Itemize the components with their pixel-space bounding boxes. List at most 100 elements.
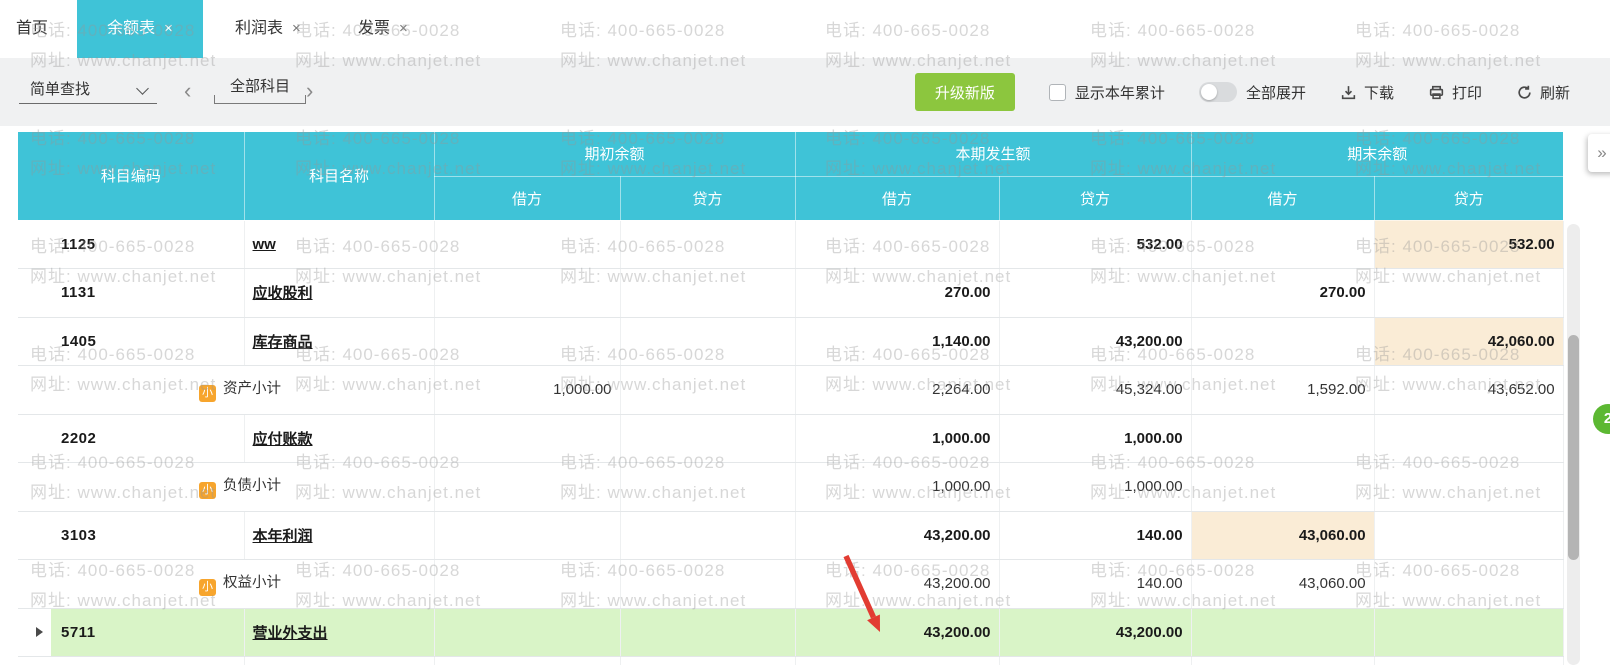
amount-cell	[620, 608, 795, 657]
upgrade-button[interactable]: 升级新版	[915, 73, 1015, 111]
account-name-link[interactable]: 应收股利	[253, 285, 313, 302]
account-name-link[interactable]: 应付账款	[253, 431, 313, 448]
tab-profit-sheet[interactable]: 利润表×	[235, 0, 301, 58]
expand-all-toggle[interactable]	[1199, 82, 1237, 102]
header-debit: 借方	[434, 176, 620, 220]
amount-cell	[1374, 560, 1563, 609]
table-row[interactable]: 1405库存商品1,140.0043,200.0042,060.00	[18, 317, 1563, 366]
amount-cell	[434, 560, 620, 609]
amount-cell: 43,060.00	[1191, 511, 1374, 560]
row-gutter-cell	[18, 414, 51, 463]
refresh-button[interactable]: 刷新	[1516, 82, 1570, 103]
tab-balance-sheet[interactable]: 余额表×	[77, 0, 203, 58]
app-window: 首页 余额表× 利润表× 发票 × 简单查找 ‹ 全部科目 › 升级新版 显示本年…	[0, 0, 1610, 665]
amount-cell	[434, 317, 620, 366]
refresh-label: 刷新	[1540, 82, 1570, 103]
close-icon[interactable]: ×	[399, 20, 408, 37]
expand-arrow-icon[interactable]	[36, 627, 43, 637]
table-row[interactable]: 1125ww532.00532.00	[18, 220, 1563, 269]
account-name-link[interactable]: ww	[253, 236, 276, 253]
account-name-link[interactable]: 营业外支出	[253, 625, 328, 642]
tab-home[interactable]: 首页	[16, 0, 48, 58]
amount-cell	[1191, 414, 1374, 463]
account-name-cell: ww	[244, 220, 434, 269]
account-name-cell: 应收股利	[244, 269, 434, 318]
scrollbar-thumb[interactable]	[1568, 335, 1579, 560]
amount-cell	[434, 511, 620, 560]
amount-cell	[620, 657, 795, 665]
header-debit: 借方	[795, 176, 999, 220]
header-closing-balance: 期末余额	[1191, 132, 1563, 176]
amount-cell: 43,200.00	[999, 317, 1191, 366]
collapse-panel-button[interactable]: »	[1588, 134, 1610, 172]
account-name-cell: 营业外支出	[244, 608, 434, 657]
amount-cell	[1374, 657, 1563, 665]
row-gutter-cell	[18, 317, 51, 366]
amount-cell	[999, 269, 1191, 318]
amount-cell: 45,324.00	[999, 366, 1191, 415]
show-ytd-checkbox[interactable]	[1049, 84, 1066, 101]
amount-cell: 43,200.00	[999, 608, 1191, 657]
account-name-cell: 本年利润	[244, 511, 434, 560]
account-name-link[interactable]: 库存商品	[253, 334, 313, 351]
amount-cell	[620, 560, 795, 609]
amount-cell	[1191, 463, 1374, 512]
toggle-knob	[1201, 84, 1217, 100]
amount-cell	[1191, 608, 1374, 657]
amount-cell	[434, 608, 620, 657]
amount-cell: 140.00	[999, 511, 1191, 560]
amount-cell	[434, 220, 620, 269]
amount-cell	[620, 463, 795, 512]
amount-cell	[999, 657, 1191, 665]
amount-cell: 532.00	[999, 220, 1191, 269]
subtotal-label: 负债小计	[223, 478, 281, 494]
table-wrap: 科目编码 科目名称 期初余额 本期发生额 期末余额 借方 贷方 借方 贷方 借方…	[18, 132, 1564, 665]
print-button[interactable]: 打印	[1428, 82, 1482, 103]
vertical-scrollbar[interactable]	[1567, 224, 1580, 665]
row-expand-cell[interactable]	[18, 608, 51, 657]
amount-cell	[1374, 269, 1563, 318]
amount-cell	[795, 220, 999, 269]
amount-cell	[1374, 608, 1563, 657]
search-mode-select[interactable]: 简单查找	[19, 72, 157, 104]
row-gutter-cell	[18, 560, 51, 609]
amount-cell: 1,140.00	[795, 317, 999, 366]
tab-label: 发票	[358, 20, 390, 37]
account-name-link[interactable]: 本年利润	[253, 528, 313, 545]
account-code-cell: 2202	[51, 414, 244, 463]
table-row[interactable]: 3103本年利润43,200.00140.0043,060.00	[18, 511, 1563, 560]
amount-cell: 43,652.00	[1374, 366, 1563, 415]
header-current-period: 本期发生额	[795, 132, 1191, 176]
tab-invoice[interactable]: 发票 ×	[358, 0, 408, 58]
account-code-cell: 1131	[51, 269, 244, 318]
balance-table: 科目编码 科目名称 期初余额 本期发生额 期末余额 借方 贷方 借方 贷方 借方…	[18, 132, 1564, 665]
table-row[interactable]: 5711营业外支出43,200.0043,200.00	[18, 608, 1563, 657]
close-icon[interactable]: ×	[164, 20, 173, 37]
table-row[interactable]	[18, 657, 1563, 665]
header-subject-code: 科目编码	[18, 132, 244, 220]
table-row[interactable]: 小负债小计1,000.001,000.00	[18, 463, 1563, 512]
subject-scope-control[interactable]: 全部科目	[214, 74, 306, 104]
amount-cell: 1,592.00	[1191, 366, 1374, 415]
amount-cell	[434, 414, 620, 463]
row-gutter-cell	[18, 269, 51, 318]
amount-cell: 43,060.00	[1191, 560, 1374, 609]
account-code-cell: 1405	[51, 317, 244, 366]
close-icon[interactable]: ×	[292, 20, 301, 37]
table-row[interactable]: 小资产小计1,000.002,264.0045,324.001,592.0043…	[18, 366, 1563, 415]
scope-underline	[214, 96, 306, 104]
prev-subject-button[interactable]: ‹	[184, 80, 191, 102]
table-row[interactable]: 小权益小计43,200.00140.0043,060.00	[18, 560, 1563, 609]
table-row[interactable]: 2202应付账款1,000.001,000.00	[18, 414, 1563, 463]
toolbar: 简单查找 ‹ 全部科目 › 升级新版 显示本年累计 全部展开 下载 打印	[0, 58, 1610, 126]
notification-badge[interactable]: 2	[1593, 404, 1610, 434]
amount-cell	[434, 269, 620, 318]
next-subject-button[interactable]: ›	[306, 80, 313, 102]
header-credit: 贷方	[999, 176, 1191, 220]
amount-cell: 1,000.00	[999, 463, 1191, 512]
header-credit: 贷方	[620, 176, 795, 220]
download-button[interactable]: 下载	[1340, 82, 1394, 103]
row-gutter-cell	[18, 220, 51, 269]
subtotal-icon: 小	[199, 482, 216, 499]
table-row[interactable]: 1131应收股利270.00270.00	[18, 269, 1563, 318]
